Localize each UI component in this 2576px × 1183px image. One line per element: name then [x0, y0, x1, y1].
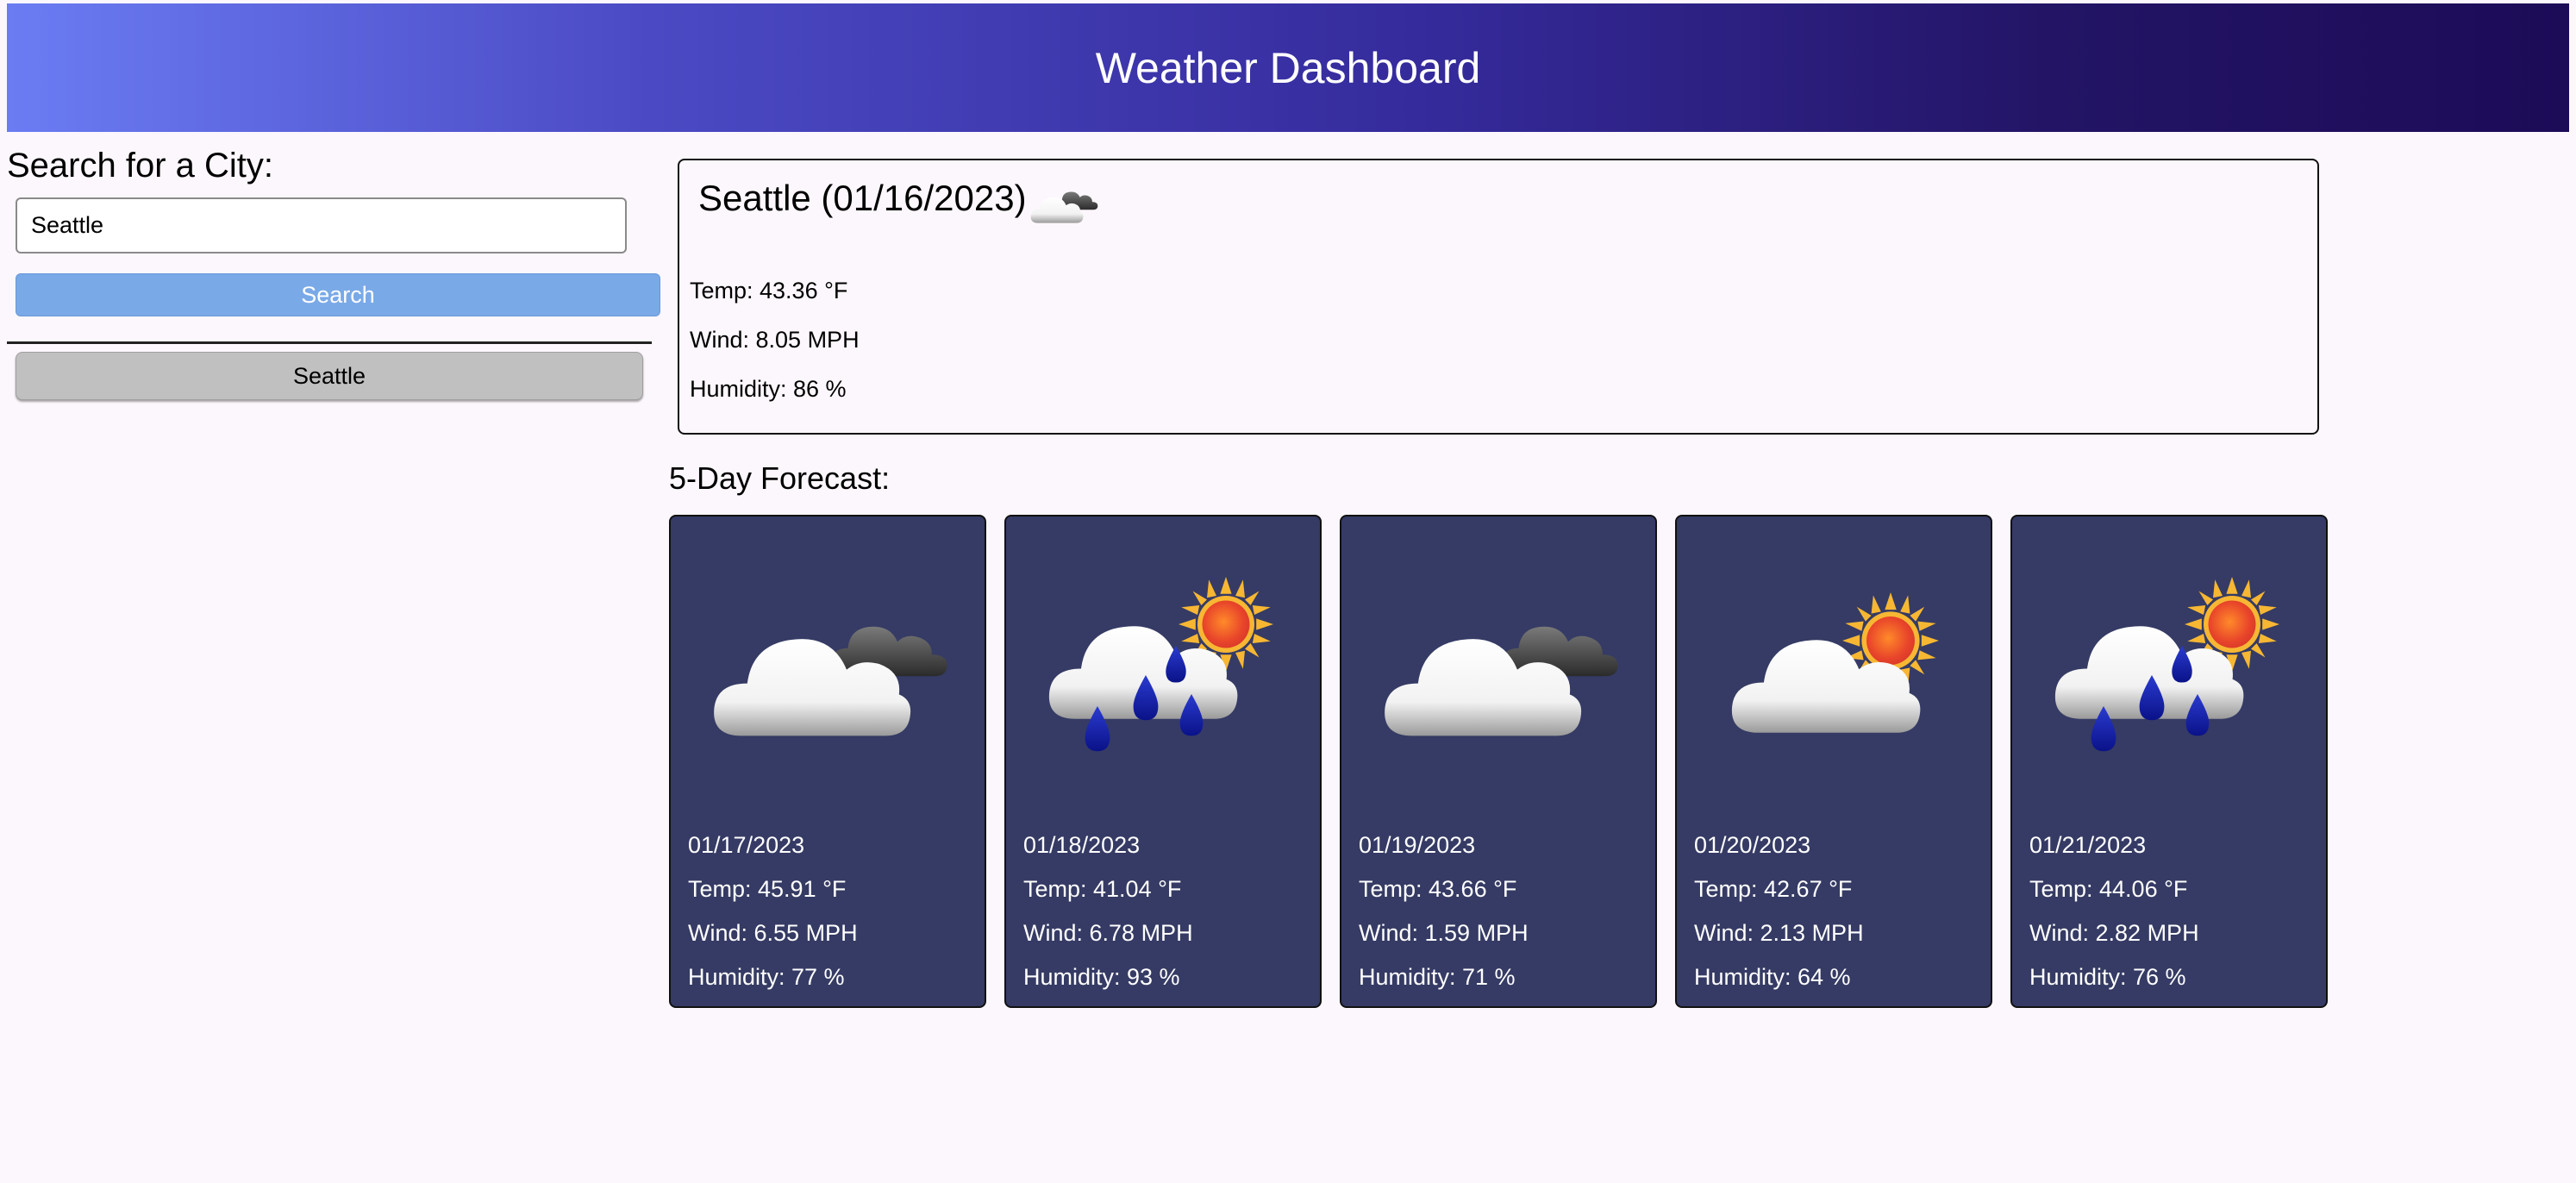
forecast-date: 01/20/2023	[1694, 832, 1811, 858]
forecast-wind: Wind: 2.82 MPH	[2029, 920, 2199, 946]
forecast-temp: Temp: 42.67 °F	[1694, 876, 1853, 902]
sidebar-divider	[7, 341, 652, 344]
current-humidity: Humidity: 86 %	[690, 376, 847, 402]
page-title: Weather Dashboard	[1095, 43, 1481, 92]
forecast-card: 01/17/2023 Temp: 45.91 °F Wind: 6.55 MPH…	[669, 515, 986, 1008]
history-city-button[interactable]: Seattle	[16, 352, 643, 400]
forecast-temp: Temp: 43.66 °F	[1359, 876, 1517, 902]
forecast-temp: Temp: 41.04 °F	[1023, 876, 1182, 902]
forecast-date: 01/21/2023	[2029, 832, 2147, 858]
search-button[interactable]: Search	[16, 273, 660, 316]
app-header: Weather Dashboard	[7, 3, 2569, 132]
city-search-input[interactable]	[16, 197, 627, 254]
rain-sun-icon	[1048, 577, 1273, 752]
forecast-card: 01/19/2023 Temp: 43.66 °F Wind: 1.59 MPH…	[1340, 515, 1657, 1008]
forecast-wind: Wind: 2.13 MPH	[1694, 920, 1864, 946]
forecast-date: 01/17/2023	[688, 832, 805, 858]
current-wind: Wind: 8.05 MPH	[690, 327, 860, 353]
forecast-humidity: Humidity: 93 %	[1023, 964, 1180, 990]
current-temp: Temp: 43.36 °F	[690, 278, 848, 304]
forecast-humidity: Humidity: 76 %	[2029, 964, 2186, 990]
cloudy-icon	[1385, 626, 1618, 736]
forecast-temp: Temp: 45.91 °F	[688, 876, 847, 902]
current-city-title: Seattle (01/16/2023)	[698, 178, 1027, 218]
forecast-humidity: Humidity: 64 %	[1694, 964, 1851, 990]
partly-sunny-icon	[1731, 592, 1939, 733]
forecast-date: 01/19/2023	[1359, 832, 1476, 858]
forecast-wind: Wind: 6.55 MPH	[688, 920, 858, 946]
forecast-temp: Temp: 44.06 °F	[2029, 876, 2188, 902]
rain-sun-icon	[2054, 577, 2279, 752]
forecast-card: 01/21/2023 Temp: 44.06 °F Wind: 2.82 MPH…	[2010, 515, 2328, 1008]
forecast-wind: Wind: 1.59 MPH	[1359, 920, 1529, 946]
forecast-wind: Wind: 6.78 MPH	[1023, 920, 1193, 946]
forecast-card: 01/18/2023 Temp: 41.04 °F Wind: 6.78 MPH…	[1004, 515, 1322, 1008]
search-heading: Search for a City:	[7, 147, 274, 185]
current-weather-card: Seattle (01/16/2023) Temp: 43.36 °F Wind…	[678, 159, 2319, 435]
cloudy-icon	[714, 626, 947, 736]
forecast-humidity: Humidity: 71 %	[1359, 964, 1516, 990]
forecast-card: 01/20/2023 Temp: 42.67 °F Wind: 2.13 MPH…	[1675, 515, 1992, 1008]
forecast-humidity: Humidity: 77 %	[688, 964, 845, 990]
forecast-date: 01/18/2023	[1023, 832, 1141, 858]
forecast-heading: 5-Day Forecast:	[669, 460, 891, 496]
partly-cloudy-icon	[1030, 191, 1098, 223]
